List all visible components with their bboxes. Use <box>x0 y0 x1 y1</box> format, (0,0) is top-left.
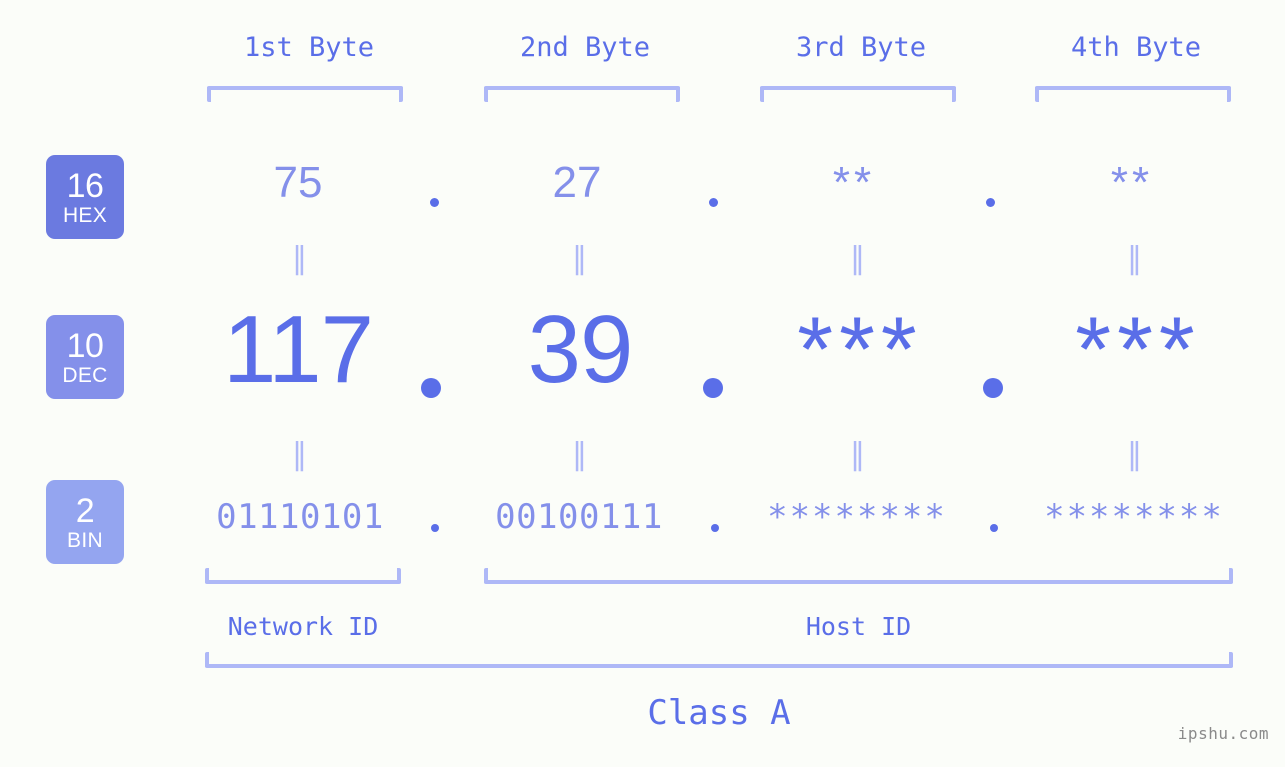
bin-byte-value-3: ******** <box>767 497 947 537</box>
hex-dot-separator-2 <box>709 198 718 207</box>
equality-mark-hex-dec-4: ‖ <box>1127 241 1143 276</box>
byte-bracket-2 <box>484 86 680 102</box>
dec-byte-value-3: *** <box>797 299 923 401</box>
dec-byte-value-4: *** <box>1075 299 1201 401</box>
hex-dot-separator-1 <box>430 198 439 207</box>
bin-dot-separator-1 <box>431 524 439 532</box>
equality-mark-dec-bin-2: ‖ <box>572 437 588 472</box>
equality-mark-dec-bin-1: ‖ <box>292 437 308 472</box>
equality-mark-dec-bin-4: ‖ <box>1127 437 1143 472</box>
hex-dot-separator-3 <box>986 198 995 207</box>
dec-dot-separator-2 <box>703 378 723 398</box>
base-badge-dec-number: 10 <box>66 326 104 365</box>
bin-byte-value-2: 00100111 <box>495 497 663 537</box>
watermark: ipshu.com <box>1177 724 1269 743</box>
dec-byte-value-1: 117 <box>222 296 374 403</box>
equality-mark-hex-dec-2: ‖ <box>572 241 588 276</box>
base-badge-dec[interactable]: 10 DEC <box>46 315 124 399</box>
byte-header-label-1: 1st Byte <box>243 32 375 63</box>
equality-mark-hex-dec-3: ‖ <box>850 241 866 276</box>
base-badge-bin-name: BIN <box>67 528 103 552</box>
equality-mark-dec-bin-3: ‖ <box>850 437 866 472</box>
byte-header-label-2: 2nd Byte <box>519 32 651 63</box>
bin-dot-separator-3 <box>990 524 998 532</box>
hex-byte-value-1: 75 <box>273 158 323 207</box>
bin-dot-separator-2 <box>711 524 719 532</box>
dec-byte-value-2: 39 <box>527 296 634 403</box>
host-id-label: Host ID <box>805 612 912 641</box>
byte-bracket-3 <box>760 86 956 102</box>
class-bracket <box>205 652 1233 668</box>
bin-byte-value-4: ******** <box>1044 497 1224 537</box>
byte-header-label-3: 3rd Byte <box>795 32 927 63</box>
network-id-bracket <box>205 568 401 584</box>
hex-byte-value-3: ** <box>832 158 876 207</box>
byte-header-label-4: 4th Byte <box>1070 32 1202 63</box>
host-id-bracket <box>484 568 1233 584</box>
network-id-label: Network ID <box>227 612 379 641</box>
base-badge-bin-number: 2 <box>75 491 95 530</box>
dec-dot-separator-1 <box>421 378 441 398</box>
dec-dot-separator-3 <box>983 378 1003 398</box>
class-label: Class A <box>647 693 791 733</box>
bin-byte-value-1: 01110101 <box>216 497 384 537</box>
hex-byte-value-2: 27 <box>552 158 602 207</box>
base-badge-hex-number: 16 <box>66 166 104 205</box>
ip-address-breakdown-diagram: 1st Byte 2nd Byte 3rd Byte 4th Byte 16 H… <box>0 0 1285 767</box>
base-badge-hex[interactable]: 16 HEX <box>46 155 124 239</box>
hex-byte-value-4: ** <box>1110 158 1154 207</box>
base-badge-hex-name: HEX <box>62 203 108 227</box>
base-badge-bin[interactable]: 2 BIN <box>46 480 124 564</box>
byte-bracket-4 <box>1035 86 1231 102</box>
base-badge-dec-name: DEC <box>62 363 108 387</box>
equality-mark-hex-dec-1: ‖ <box>292 241 308 276</box>
byte-bracket-1 <box>207 86 403 102</box>
